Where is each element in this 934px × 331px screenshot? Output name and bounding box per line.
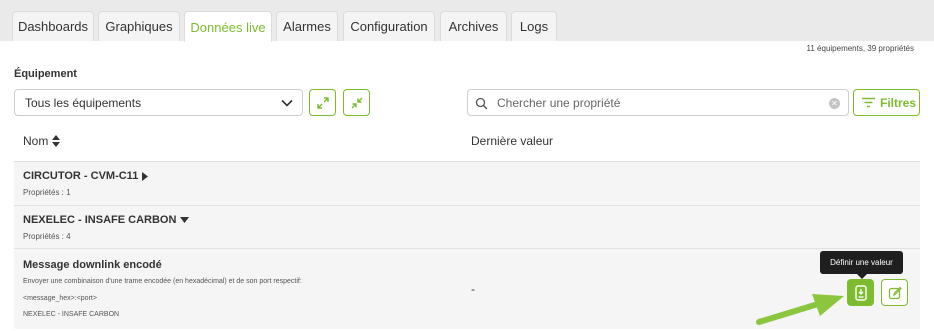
search-field[interactable]: Chercher une propriété ✕ [467,89,849,116]
equipment-name: NEXELEC - INSAFE CARBON [23,214,177,226]
clear-icon[interactable]: ✕ [829,98,840,109]
filter-icon [862,97,875,108]
equipment-row[interactable]: CIRCUTOR - CVM-C11 Propriétés : 1 [14,162,920,206]
search-icon [475,97,488,110]
tab-donnees-live[interactable]: Données live [184,11,272,42]
column-header-name-label: Nom [23,134,49,148]
tab-configuration[interactable]: Configuration [343,11,435,41]
search-placeholder: Chercher une propriété [497,96,621,110]
set-value-icon [854,284,867,301]
equipment-properties-count: Propriétés : 4 [23,232,71,241]
equipment-row[interactable]: NEXELEC - INSAFE CARBON Propriétés : 4 [14,206,920,249]
property-equipment: NEXELEC - INSAFE CARBON [23,311,120,318]
column-header-name[interactable]: Nom [23,134,61,148]
summary-count: 11 équipements, 39 propriétés [806,44,914,53]
equipment-row-title: CIRCUTOR - CVM-C11 [23,170,149,182]
equipment-row-title: NEXELEC - INSAFE CARBON [23,214,190,226]
sort-icon [52,135,61,147]
tab-alarmes[interactable]: Alarmes [276,11,338,41]
edit-button[interactable] [881,279,908,306]
equipment-select-value: Tous les équipements [25,95,142,110]
property-name: Message downlink encodé [23,259,162,271]
filters-label: Filtres [880,95,917,110]
equipment-properties-count: Propriétés : 1 [23,188,71,197]
property-format: <message_hex>:<port> [23,295,97,302]
equipment-name: CIRCUTOR - CVM-C11 [23,170,139,182]
property-last-value: - [471,282,475,296]
annotation-arrow [756,294,844,325]
tab-bar: Dashboards Graphiques Données live Alarm… [0,0,934,42]
caret-right-icon [142,171,149,181]
tab-dashboards[interactable]: Dashboards [12,11,94,41]
expand-icon [316,96,329,109]
set-value-tooltip: Définir une valeur [820,251,903,279]
column-header-last-value: Dernière valeur [471,134,554,148]
collapse-all-button[interactable] [343,89,370,116]
chevron-down-icon [281,99,293,107]
set-value-button[interactable] [847,279,874,306]
tab-graphiques[interactable]: Graphiques [98,11,180,41]
tab-logs[interactable]: Logs [511,11,557,41]
caret-down-icon [180,217,190,223]
filters-button[interactable]: Filtres [853,89,920,116]
equipment-select[interactable]: Tous les équipements [14,89,303,116]
equipment-label: Équipement [14,68,77,80]
collapse-icon [351,97,362,108]
expand-all-button[interactable] [309,89,336,116]
tab-archives[interactable]: Archives [440,11,507,41]
edit-icon [888,286,902,299]
property-description: Envoyer une combinaison d'une trame enco… [23,278,302,285]
